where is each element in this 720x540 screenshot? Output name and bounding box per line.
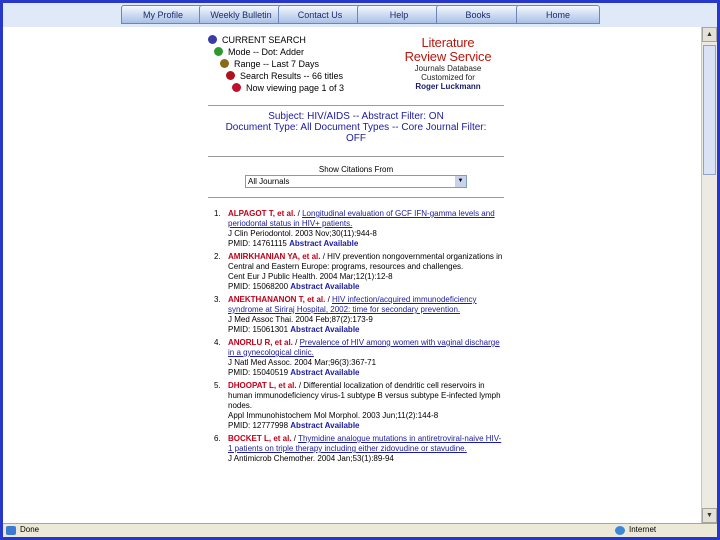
- list-item: 5. DHOOPAT L, et al. / Differential loca…: [214, 381, 501, 430]
- show-citations-label: Show Citations From: [318, 165, 394, 174]
- brand-user-name: Roger Luckmann: [415, 82, 481, 91]
- result-author: ANORLU R, et al.: [228, 338, 293, 347]
- chevron-down-icon[interactable]: ▼: [455, 176, 466, 187]
- result-number: 3.: [214, 295, 221, 304]
- vertical-scrollbar[interactable]: ▲ ▼: [701, 27, 717, 523]
- browser-window: My Profile Weekly Bulletin Contact Us He…: [3, 3, 717, 537]
- list-item: 6. BOCKET L, et al. / Thymidine analogue…: [214, 434, 502, 463]
- result-journal: Appl Immunohistochem Mol Morphol. 2003 J…: [228, 411, 439, 420]
- brand-title: Literature: [421, 35, 475, 50]
- result-author: BOCKET L, et al.: [228, 434, 292, 443]
- list-item: 4. ANORLU R, et al. / Prevalence of HIV …: [214, 338, 500, 377]
- subject-line: Subject: HIV/AIDS -- Abstract Filter: ON: [268, 111, 444, 122]
- tab-books[interactable]: Books: [436, 5, 520, 24]
- result-pmid: PMID: 15061301: [228, 325, 289, 334]
- crumb-mode[interactable]: Mode -- Dot: Adder: [214, 47, 304, 58]
- crumb-range[interactable]: Range -- Last 7 Days: [220, 59, 319, 70]
- journal-select-value: All Journals: [248, 177, 290, 186]
- brand-block: Literature Review Service Journals Datab…: [398, 35, 498, 92]
- list-item: 2. AMIRKHANIAN YA, et al. / HIV preventi…: [214, 252, 503, 291]
- subject-filter: Subject: HIV/AIDS -- Abstract Filter: ON…: [208, 111, 504, 144]
- crumb-label: Range -- Last 7 Days: [234, 59, 320, 69]
- result-pmid: PMID: 15040519: [228, 368, 289, 377]
- crumb-search-results[interactable]: Search Results -- 66 titles: [226, 71, 343, 82]
- abstract-link[interactable]: Abstract Available: [290, 368, 359, 377]
- bullet-icon: [226, 71, 235, 80]
- result-pmid: PMID: 12777998: [228, 421, 289, 430]
- bullet-icon: [208, 35, 217, 44]
- journal-select[interactable]: All Journals ▼: [245, 175, 467, 188]
- list-item: 3. ANEKTHANANON T, et al. / HIV infectio…: [214, 295, 477, 334]
- bullet-icon: [232, 83, 241, 92]
- result-number: 2.: [214, 252, 221, 261]
- abstract-link[interactable]: Abstract Available: [290, 282, 359, 291]
- result-number: 4.: [214, 338, 221, 347]
- result-number: 1.: [214, 209, 221, 218]
- crumb-label: Search Results -- 66 titles: [240, 71, 344, 81]
- crumb-label: Mode -- Dot: Adder: [228, 47, 305, 57]
- result-author: ANEKTHANANON T, et al.: [228, 295, 326, 304]
- tab-my-profile[interactable]: My Profile: [121, 5, 205, 24]
- result-number: 6.: [214, 434, 221, 443]
- scroll-up-icon[interactable]: ▲: [702, 27, 717, 42]
- result-author: DHOOPAT L, et al.: [228, 381, 297, 390]
- zone-label: Internet: [629, 525, 657, 534]
- result-journal: J Natl Med Assoc. 2004 Mar;96(3):367-71: [228, 358, 377, 367]
- tab-home[interactable]: Home: [516, 5, 600, 24]
- subject-line: OFF: [346, 133, 366, 144]
- results-list: 1. ALPAGOT T, et al. / Longitudinal eval…: [208, 209, 504, 467]
- nav-bar: My Profile Weekly Bulletin Contact Us He…: [3, 3, 717, 27]
- brand-line: Journals Database: [414, 64, 482, 73]
- crumb-label: Now viewing page 1 of 3: [246, 83, 345, 93]
- crumb-label: CURRENT SEARCH: [222, 35, 306, 45]
- result-pmid: PMID: 15068200: [228, 282, 289, 291]
- abstract-link[interactable]: Abstract Available: [290, 421, 359, 430]
- result-journal: J Med Assoc Thai. 2004 Feb;87(2):173-9: [228, 315, 373, 324]
- divider: [208, 197, 504, 198]
- bullet-icon: [220, 59, 229, 68]
- bullet-icon: [214, 47, 223, 56]
- globe-icon: [615, 526, 625, 535]
- result-number: 5.: [214, 381, 221, 390]
- result-journal: J Clin Periodontol. 2003 Nov;30(11):944-…: [228, 229, 377, 238]
- page-icon: [6, 526, 16, 535]
- divider: [208, 156, 504, 157]
- subject-line: Document Type: All Document Types -- Cor…: [225, 122, 487, 133]
- crumb-now-viewing: Now viewing page 1 of 3: [232, 83, 344, 94]
- result-author: ALPAGOT T, et al.: [228, 209, 296, 218]
- abstract-link[interactable]: Abstract Available: [290, 325, 359, 334]
- status-text: Done: [20, 525, 40, 534]
- scrollbar-thumb[interactable]: [703, 45, 716, 175]
- result-author: AMIRKHANIAN YA, et al.: [228, 252, 321, 261]
- tab-help[interactable]: Help: [357, 5, 441, 24]
- scroll-down-icon[interactable]: ▼: [702, 508, 717, 523]
- tab-contact-us[interactable]: Contact Us: [278, 5, 362, 24]
- result-journal: J Antimicrob Chemother. 2004 Jan;53(1):8…: [228, 454, 394, 463]
- status-bar: Done Internet: [3, 523, 717, 537]
- tab-weekly-bulletin[interactable]: Weekly Bulletin: [199, 5, 283, 24]
- brand-subtitle: Review Service: [404, 49, 492, 64]
- abstract-link[interactable]: Abstract Available: [289, 239, 358, 248]
- crumb-current-search[interactable]: CURRENT SEARCH: [208, 35, 306, 46]
- divider: [208, 105, 504, 106]
- brand-line: Customized for: [421, 73, 475, 82]
- result-pmid: PMID: 14761115: [228, 239, 287, 248]
- result-journal: Cent Eur J Public Health. 2004 Mar;12(1)…: [228, 272, 393, 281]
- list-item: 1. ALPAGOT T, et al. / Longitudinal eval…: [214, 209, 495, 248]
